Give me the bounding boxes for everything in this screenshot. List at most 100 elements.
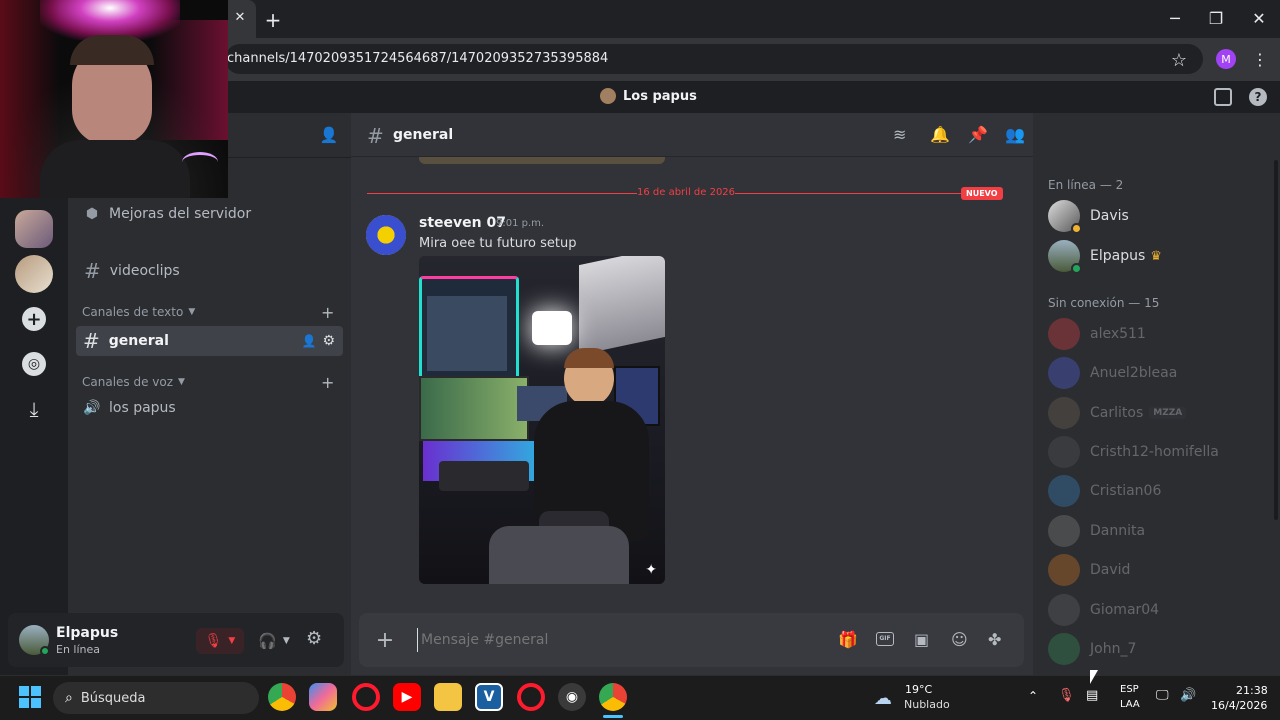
- cloud-weather-icon: ☁: [874, 688, 892, 709]
- speaker-icon: 🔊: [83, 400, 101, 416]
- webcam-overlay: [0, 0, 228, 198]
- opera-gx-taskbar-icon[interactable]: [517, 683, 545, 711]
- avatar: [1048, 357, 1080, 389]
- copilot-taskbar-icon[interactable]: [309, 683, 337, 711]
- start-button[interactable]: [19, 686, 41, 708]
- member-scrollbar[interactable]: [1274, 160, 1278, 520]
- category-voice-channels[interactable]: Canales de voz ▼: [82, 375, 185, 389]
- bookmark-star-icon[interactable]: ☆: [1168, 49, 1190, 71]
- help-icon[interactable]: ?: [1249, 88, 1267, 106]
- member-carlitos[interactable]: Carlitos MZZA: [1048, 397, 1187, 429]
- discover-icon[interactable]: ◎: [22, 352, 46, 376]
- weather-description[interactable]: Nublado: [904, 698, 950, 711]
- browser-menu-icon[interactable]: ⋮: [1250, 49, 1270, 69]
- chrome-profile-taskbar-icon[interactable]: [599, 683, 627, 711]
- avatar: [1048, 240, 1082, 274]
- member-name: alex511: [1090, 326, 1146, 342]
- message-avatar[interactable]: [366, 215, 406, 255]
- previous-image-edge: [419, 157, 665, 164]
- clock-time[interactable]: 21:38: [1236, 684, 1268, 697]
- channel-los-papus-voice[interactable]: 🔊 los papus: [83, 400, 175, 416]
- notification-bell-icon[interactable]: 🔔: [930, 125, 950, 144]
- member-giomar04[interactable]: Giomar04: [1048, 594, 1159, 626]
- channel-title: general: [393, 127, 454, 143]
- microphone-muted-icon: 🎙: [204, 633, 223, 649]
- taskbar-search[interactable]: ⌕ Búsqueda: [53, 682, 259, 714]
- member-name: Anuel2bleaa: [1090, 365, 1178, 381]
- new-tab-button[interactable]: +: [258, 8, 288, 32]
- app-v-taskbar-icon[interactable]: V: [475, 683, 503, 711]
- window-close-button[interactable]: ✕: [1244, 9, 1274, 28]
- member-davis[interactable]: Davis: [1048, 200, 1129, 234]
- chevron-up-icon[interactable]: ⌃: [1028, 689, 1038, 703]
- sparkle-icon: ✦: [645, 562, 657, 578]
- clock-date[interactable]: 16/4/2026: [1211, 699, 1267, 712]
- member-cristh12[interactable]: Cristh12-homifella: [1048, 436, 1219, 468]
- gift-icon[interactable]: 🎁: [838, 630, 858, 649]
- channel-label: videoclips: [109, 263, 180, 279]
- member-john7[interactable]: John_7: [1048, 633, 1136, 665]
- apps-icon[interactable]: ✤: [988, 630, 1001, 649]
- youtube-taskbar-icon[interactable]: ▶: [393, 683, 421, 711]
- profile-avatar[interactable]: M: [1216, 49, 1236, 69]
- attach-plus-button[interactable]: +: [375, 628, 395, 653]
- mute-microphone-button[interactable]: 🎙 ▼: [196, 628, 244, 654]
- add-server-icon[interactable]: +: [22, 307, 46, 331]
- create-text-channel-icon[interactable]: +: [321, 303, 334, 322]
- channel-videoclips[interactable]: # videoclips: [84, 259, 180, 283]
- message-image-attachment[interactable]: ✦: [419, 256, 665, 584]
- obs-taskbar-icon[interactable]: ◉: [558, 683, 586, 711]
- emoji-icon[interactable]: ☺: [951, 630, 968, 649]
- user-settings-gear-icon[interactable]: ⚙: [306, 628, 328, 654]
- weather-temperature[interactable]: 19°C: [905, 683, 932, 696]
- chrome-taskbar-icon[interactable]: [268, 683, 296, 711]
- server-icon-2[interactable]: [15, 255, 53, 293]
- opera-taskbar-icon[interactable]: [352, 683, 380, 711]
- username: Elpapus: [56, 625, 119, 641]
- avatar: [1048, 594, 1080, 626]
- avatar: [1048, 475, 1080, 507]
- network-icon[interactable]: 🖵: [1156, 688, 1169, 703]
- invite-icon[interactable]: 👤: [301, 334, 316, 348]
- language-code[interactable]: ESP: [1120, 684, 1139, 695]
- volume-icon[interactable]: 🔊: [1180, 688, 1196, 703]
- server-icon-1[interactable]: [15, 210, 53, 248]
- deafen-button[interactable]: 🎧 ▼: [252, 628, 296, 654]
- member-anuel2bleaa[interactable]: Anuel2bleaa: [1048, 357, 1177, 389]
- window-minimize-button[interactable]: ─: [1160, 9, 1190, 28]
- category-text-channels[interactable]: Canales de texto ▼: [82, 305, 195, 319]
- avatar: [1048, 397, 1080, 429]
- server-title: Los papus: [623, 89, 697, 104]
- file-explorer-taskbar-icon[interactable]: [434, 683, 462, 711]
- channel-label: general: [108, 333, 169, 349]
- sidebar-item-boosts[interactable]: ⬢ Mejoras del servidor: [84, 205, 251, 223]
- tray-app-icon[interactable]: ▤: [1086, 688, 1098, 703]
- member-elpapus[interactable]: Elpapus ♛: [1048, 240, 1162, 274]
- member-cristian06[interactable]: Cristian06: [1048, 475, 1161, 507]
- inbox-icon[interactable]: [1214, 88, 1232, 106]
- keyboard-layout[interactable]: LAA: [1120, 699, 1140, 710]
- gear-icon[interactable]: ⚙: [322, 333, 335, 349]
- channel-general[interactable]: # general 👤 ⚙: [76, 326, 343, 356]
- threads-icon[interactable]: ≋: [893, 125, 906, 144]
- pin-icon[interactable]: 📌: [968, 125, 988, 144]
- create-voice-channel-icon[interactable]: +: [321, 373, 334, 392]
- avatar: [1048, 515, 1080, 547]
- sticker-icon[interactable]: ▣: [914, 630, 929, 649]
- member-name: Cristh12-homifella: [1090, 444, 1219, 460]
- download-icon[interactable]: ⤓: [22, 397, 46, 421]
- message-input[interactable]: [417, 628, 817, 652]
- message-author[interactable]: steeven 07: [419, 215, 506, 231]
- category-label: Canales de voz: [82, 375, 174, 389]
- invite-people-icon[interactable]: 👤: [318, 124, 340, 146]
- tab-close-icon[interactable]: ✕: [225, 10, 255, 25]
- member-alex511[interactable]: alex511: [1048, 318, 1146, 350]
- window-maximize-button[interactable]: ❐: [1201, 9, 1231, 28]
- microphone-icon[interactable]: 🎙: [1058, 688, 1075, 703]
- address-bar[interactable]: channels/1470209351724564687/14702093527…: [225, 44, 1203, 74]
- gif-button[interactable]: GIF: [876, 632, 894, 646]
- online-header: En línea — 2: [1048, 178, 1124, 192]
- member-david[interactable]: David: [1048, 554, 1130, 586]
- member-list-icon[interactable]: 👥: [1005, 125, 1025, 144]
- member-dannita[interactable]: Dannita: [1048, 515, 1145, 547]
